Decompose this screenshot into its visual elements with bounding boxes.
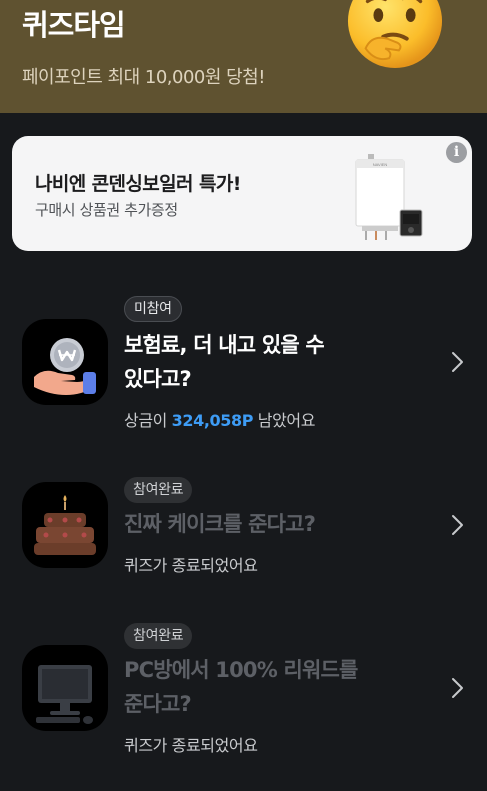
chevron-right-icon [452, 352, 463, 372]
quiz-status: 퀴즈가 종료되었어요 [124, 736, 258, 755]
status-prefix: 상금이 [124, 411, 172, 430]
page-title: 퀴즈타임 [22, 8, 126, 42]
svg-text:NAVIEN: NAVIEN [373, 162, 388, 167]
quiz-thumbnail [22, 645, 108, 731]
ad-subtitle: 구매시 상품권 추가증정 [35, 201, 178, 219]
cake-icon [34, 495, 96, 555]
quiz-title-line1: 보험료, 더 내고 있을 수 [124, 333, 325, 357]
quiz-status: 퀴즈가 종료되었어요 [124, 556, 258, 575]
chevron-right-icon [452, 678, 463, 698]
hand-coin-icon [34, 338, 96, 395]
prize-amount: 324,058P [171, 411, 254, 430]
boiler-product-image: NAVIEN [355, 154, 423, 240]
quiz-item[interactable]: 참여완료 PC방에서 100% 리워드를 준다고? 퀴즈가 종료되었어요 [0, 622, 487, 762]
status-badge: 미참여 [124, 296, 182, 322]
quiz-status: 상금이 324,058P 남았어요 [124, 407, 315, 431]
info-icon[interactable]: i [446, 142, 467, 163]
quiz-title-line1: 진짜 케이크를 준다고? [124, 512, 316, 536]
quiz-thumbnail [22, 319, 108, 405]
quiz-title-line2: 있다고? [124, 367, 192, 391]
thinking-face-icon [347, 0, 443, 69]
quiz-thumbnail [22, 482, 108, 568]
quiz-title-line2: 준다고? [124, 692, 192, 716]
quiz-item[interactable]: 미참여 보험료, 더 내고 있을 수 있다고? 상금이 324,058P 남았어… [0, 294, 487, 434]
quiz-title-line1: PC방에서 100% 리워드를 [124, 658, 358, 682]
quiz-header: 퀴즈타임 페이포인트 최대 10,000원 당첨! [0, 0, 487, 113]
ad-title: 나비엔 콘덴싱보일러 특가! [35, 173, 241, 195]
quiz-item[interactable]: 참여완료 진짜 케이크를 준다고? 퀴즈가 종료되었어요 [0, 476, 487, 581]
header-subtitle: 페이포인트 최대 10,000원 당첨! [22, 67, 265, 88]
computer-icon [36, 665, 93, 724]
status-suffix: 남았어요 [253, 411, 316, 430]
status-badge: 참여완료 [124, 623, 193, 649]
ad-banner[interactable]: 나비엔 콘덴싱보일러 특가! 구매시 상품권 추가증정 NAVIEN i [12, 136, 472, 251]
chevron-right-icon [452, 515, 463, 535]
status-badge: 참여완료 [124, 477, 193, 503]
